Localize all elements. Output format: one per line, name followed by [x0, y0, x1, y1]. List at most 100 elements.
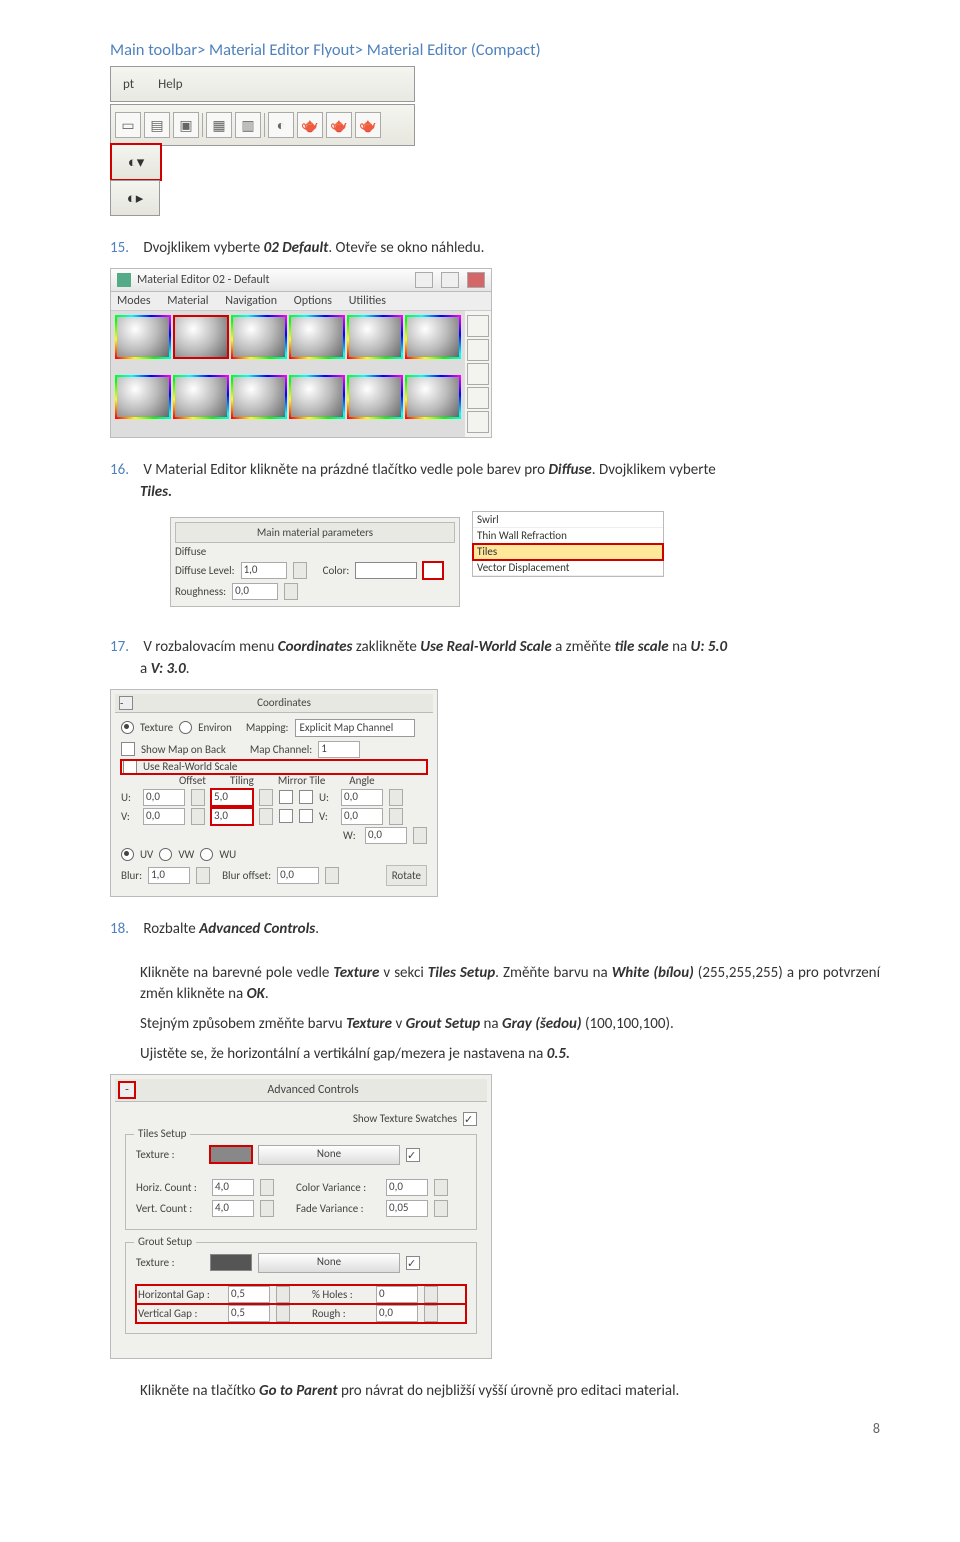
s[interactable] — [259, 789, 273, 806]
uv-radio[interactable] — [121, 848, 134, 861]
show-map-check[interactable] — [121, 742, 135, 756]
material-slot[interactable] — [289, 375, 345, 419]
menu-navigation[interactable]: Navigation — [225, 294, 277, 308]
tiles-texture-color[interactable] — [210, 1146, 252, 1163]
vw-radio[interactable] — [159, 848, 172, 861]
rotate-button[interactable]: Rotate — [386, 865, 427, 886]
v-gap[interactable]: 0,5 — [228, 1305, 270, 1322]
list-item[interactable]: Vector Displacement — [473, 560, 663, 576]
material-slot[interactable] — [289, 315, 345, 359]
s[interactable] — [259, 808, 273, 825]
menu-help[interactable]: Help — [150, 77, 190, 92]
side-icon[interactable] — [467, 363, 489, 385]
map-channel-input[interactable]: 1 — [318, 741, 360, 758]
panel-header[interactable]: Main material parameters — [175, 522, 455, 543]
side-icon[interactable] — [467, 315, 489, 337]
v-tiling[interactable]: 3,0 — [211, 808, 253, 825]
show-swatches-check[interactable]: ✓ — [463, 1112, 477, 1126]
s[interactable] — [276, 1305, 290, 1322]
list-item-tiles[interactable]: Tiles — [473, 544, 663, 560]
material-slot[interactable] — [115, 315, 171, 359]
material-editor-icon[interactable]: ◐ — [268, 112, 294, 138]
material-slot[interactable] — [347, 315, 403, 359]
material-slot[interactable] — [173, 375, 229, 419]
rough[interactable]: 0,0 — [376, 1305, 418, 1322]
spinner[interactable] — [293, 562, 307, 579]
environ-radio[interactable] — [179, 721, 192, 734]
w-angle[interactable]: 0,0 — [365, 827, 407, 844]
material-slot[interactable] — [231, 315, 287, 359]
tiles-texture-check[interactable]: ✓ — [406, 1148, 420, 1162]
toolbar-button-1[interactable]: ▭ — [115, 112, 141, 138]
blur-input[interactable]: 1,0 — [148, 867, 190, 884]
u-mirror[interactable] — [279, 790, 293, 804]
wu-radio[interactable] — [200, 848, 213, 861]
s[interactable] — [276, 1286, 290, 1303]
material-slot[interactable] — [405, 375, 461, 419]
toolbar-button-5[interactable]: ▥ — [235, 112, 261, 138]
tiles-texture-map[interactable]: None — [258, 1145, 400, 1165]
material-slot[interactable] — [231, 375, 287, 419]
diffuse-map-button[interactable] — [423, 562, 443, 579]
material-slot-selected[interactable] — [173, 315, 229, 359]
teapot-icon-3[interactable]: 🫖 — [355, 112, 381, 138]
menu-pt[interactable]: pt — [115, 77, 142, 92]
toolbar-button-4[interactable]: ▦ — [206, 112, 232, 138]
material-editor-compact-flyout[interactable]: ◐▾ — [110, 143, 162, 181]
grout-texture-map[interactable]: None — [258, 1253, 400, 1273]
toolbar-button-2[interactable]: ▤ — [144, 112, 170, 138]
color-variance[interactable]: 0,0 — [386, 1179, 428, 1196]
s[interactable] — [389, 789, 403, 806]
holes[interactable]: 0 — [376, 1286, 418, 1303]
texture-radio[interactable] — [121, 721, 134, 734]
u-angle[interactable]: 0,0 — [341, 789, 383, 806]
side-icon[interactable] — [467, 387, 489, 409]
v-offset[interactable]: 0,0 — [143, 808, 185, 825]
u-offset[interactable]: 0,0 — [143, 789, 185, 806]
roughness-input[interactable]: 0,0 — [232, 583, 278, 600]
v-tile[interactable] — [299, 809, 313, 823]
diffuse-level-input[interactable]: 1,0 — [241, 562, 287, 579]
spinner[interactable] — [284, 583, 298, 600]
list-item[interactable]: Swirl — [473, 512, 663, 528]
s[interactable] — [196, 867, 210, 884]
s[interactable] — [413, 827, 427, 844]
material-slot[interactable] — [115, 375, 171, 419]
teapot-icon-1[interactable]: 🫖 — [297, 112, 323, 138]
u-tile[interactable] — [299, 790, 313, 804]
material-slot[interactable] — [347, 375, 403, 419]
vert-count[interactable]: 4,0 — [212, 1200, 254, 1217]
menu-utilities[interactable]: Utilities — [349, 294, 386, 308]
side-icon[interactable] — [467, 339, 489, 361]
material-editor-slate-flyout[interactable]: ◐▸ — [110, 180, 160, 216]
grout-texture-check[interactable]: ✓ — [406, 1256, 420, 1270]
teapot-icon-2[interactable]: 🫖 — [326, 112, 352, 138]
s[interactable] — [424, 1305, 438, 1322]
collapse-icon[interactable]: - — [119, 1082, 135, 1098]
s[interactable] — [260, 1200, 274, 1217]
side-icon[interactable] — [467, 411, 489, 433]
collapse-icon[interactable]: - — [119, 696, 133, 710]
v-angle[interactable]: 0,0 — [341, 808, 383, 825]
fade-variance[interactable]: 0,05 — [386, 1200, 428, 1217]
menu-material[interactable]: Material — [167, 294, 208, 308]
use-real-world-check[interactable] — [123, 760, 137, 774]
s[interactable] — [434, 1200, 448, 1217]
u-tiling[interactable]: 5,0 — [211, 789, 253, 806]
s[interactable] — [260, 1179, 274, 1196]
material-slot[interactable] — [405, 315, 461, 359]
list-item[interactable]: Thin Wall Refraction — [473, 528, 663, 544]
horiz-count[interactable]: 4,0 — [212, 1179, 254, 1196]
menu-modes[interactable]: Modes — [117, 294, 151, 308]
toolbar-button-3[interactable]: ▣ — [173, 112, 199, 138]
minimize-button[interactable] — [415, 272, 433, 288]
blur-offset-input[interactable]: 0,0 — [277, 867, 319, 884]
s[interactable] — [434, 1179, 448, 1196]
v-mirror[interactable] — [279, 809, 293, 823]
maximize-button[interactable] — [441, 272, 459, 288]
mapping-dropdown[interactable]: Explicit Map Channel — [295, 719, 415, 737]
diffuse-color[interactable] — [355, 562, 417, 579]
grout-texture-color[interactable] — [210, 1254, 252, 1271]
s[interactable] — [325, 867, 339, 884]
close-button[interactable] — [467, 272, 485, 288]
